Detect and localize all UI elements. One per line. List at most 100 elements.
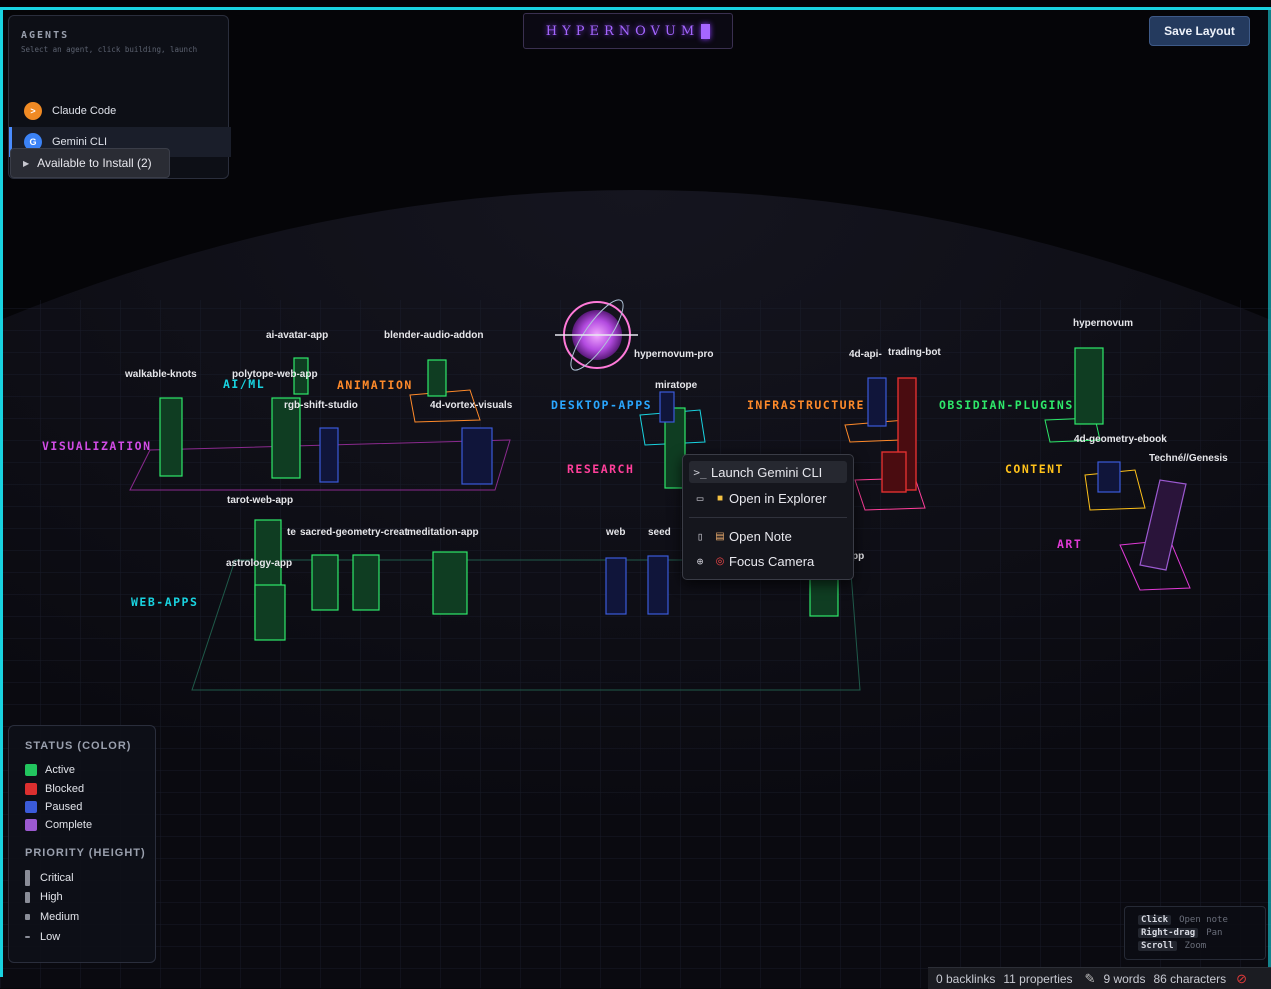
target-icon: ◎ — [715, 555, 725, 567]
context-menu: >_ Launch Gemini CLI ▭ ■ Open in Explore… — [682, 454, 854, 580]
help-action: Pan — [1206, 928, 1223, 938]
available-to-install-toggle[interactable]: ▶ Available to Install (2) — [10, 148, 170, 178]
district-label: WEB-APPS — [131, 595, 198, 609]
legend-label: High — [40, 891, 63, 903]
menu-item-label: Open Note — [729, 528, 792, 544]
project-label[interactable]: hypernovum-pro — [634, 349, 713, 360]
project-label[interactable]: tarot-web-app — [227, 495, 293, 506]
district-label: ART — [1057, 537, 1082, 551]
legend-label: Critical — [40, 872, 74, 884]
menu-item-launch[interactable]: >_ Launch Gemini CLI — [689, 461, 847, 483]
legend-status-title: STATUS (COLOR) — [25, 740, 132, 752]
height-bar — [25, 914, 30, 920]
app-title: HYPERNOVUM — [523, 13, 733, 49]
district-label: INFRASTRUCTURE — [747, 398, 865, 412]
terminal-icon: >_ — [693, 465, 707, 479]
caret-right-icon: ▶ — [23, 158, 30, 168]
legend-item: Complete — [25, 819, 92, 831]
folder-icon: ■ — [716, 492, 724, 504]
menu-item-label: Open in Explorer — [729, 490, 827, 506]
menu-item-focus-camera[interactable]: ⊕ ◎ Focus Camera — [689, 550, 847, 572]
help-action: Zoom — [1184, 941, 1207, 951]
controls-help: Click Open note Right-drag Pan Scroll Zoom — [1124, 906, 1266, 960]
district-label: DESKTOP-APPS — [551, 398, 652, 412]
menu-item-label: Launch Gemini CLI — [711, 464, 823, 480]
district-label: OBSIDIAN-PLUGINS — [939, 398, 1074, 412]
legend-item: Active — [25, 764, 75, 776]
swatch — [25, 783, 37, 795]
menu-item-label: Focus Camera — [729, 553, 815, 569]
legend-item: Blocked — [25, 783, 84, 795]
project-label[interactable]: web — [605, 527, 625, 538]
legend-item: Paused — [25, 801, 82, 813]
status-bar: 0 backlinks 11 properties ✎ 9 words 86 c… — [928, 967, 1271, 989]
project-label[interactable]: Techné//Genesis — [1149, 453, 1228, 464]
legend-label: Low — [40, 931, 61, 943]
window-frame — [0, 7, 1271, 10]
district-label: RESEARCH — [567, 462, 634, 476]
help-key: Right-drag — [1138, 928, 1199, 938]
legend-priority-title: PRIORITY (HEIGHT) — [25, 847, 146, 859]
cursor-block — [701, 23, 711, 39]
sync-off-icon[interactable]: ⊘ — [1236, 971, 1247, 987]
district-label: ANIMATION — [337, 378, 413, 392]
folder-outline-icon: ▭ — [696, 491, 704, 505]
save-layout-button[interactable]: Save Layout — [1149, 16, 1250, 46]
legend-item: Low — [25, 931, 60, 943]
swatch — [25, 764, 37, 776]
project-label[interactable]: seed — [648, 527, 671, 538]
project-label[interactable]: hypernovum — [1073, 318, 1133, 329]
file-icon: ▯ — [696, 529, 704, 543]
agents-title: AGENTS — [21, 30, 70, 41]
legend-item: High — [25, 891, 63, 903]
menu-divider — [689, 517, 847, 518]
project-label[interactable]: meditation-app — [407, 527, 479, 538]
project-label[interactable]: miratope — [655, 380, 698, 391]
project-label[interactable]: trading-bot — [888, 347, 941, 358]
memo-icon: ▤ — [715, 530, 725, 542]
window-frame — [0, 7, 3, 977]
legend-label: Paused — [45, 801, 83, 813]
project-label[interactable]: blender-audio-addon — [384, 330, 483, 341]
app-title-text: HYPERNOVUM — [545, 23, 700, 39]
crosshair-icon: ⊕ — [696, 554, 704, 568]
swatch — [25, 801, 37, 813]
swatch — [25, 819, 37, 831]
agent-label: Gemini CLI — [52, 136, 108, 148]
project-label[interactable]: ai-avatar-app — [266, 330, 328, 341]
project-label[interactable]: rgb-shift-studio — [284, 400, 358, 411]
project-label[interactable]: astrology-app — [226, 558, 292, 569]
legend-label: Medium — [40, 911, 80, 923]
legend-panel: STATUS (COLOR) Active Blocked Paused Com… — [8, 725, 156, 963]
install-label: Available to Install (2) — [37, 156, 152, 170]
help-key: Click — [1138, 915, 1172, 925]
pencil-icon[interactable]: ✎ — [1085, 971, 1096, 987]
project-label[interactable]: 4d-geometry-ebook — [1074, 434, 1167, 445]
height-bar — [25, 891, 30, 903]
word-count: 9 words — [1103, 971, 1146, 986]
agent-item-claude-code[interactable]: > Claude Code — [9, 96, 228, 126]
project-label[interactable]: 4d-api- — [849, 349, 882, 360]
project-label[interactable]: walkable-knots — [124, 369, 197, 380]
project-label[interactable]: 4d-vortex-visuals — [430, 400, 513, 411]
agents-panel: AGENTS Select an agent, click building, … — [8, 15, 231, 179]
backlinks-count[interactable]: 0 backlinks — [936, 972, 995, 986]
project-label[interactable]: te — [287, 527, 296, 538]
project-label[interactable]: sacred-geometry-creat — [300, 527, 408, 538]
project-label[interactable]: polytope-web-app — [232, 369, 318, 380]
help-action: Open note — [1179, 915, 1228, 925]
help-key: Scroll — [1138, 941, 1177, 951]
height-bar — [25, 870, 30, 886]
menu-item-open-note[interactable]: ▯ ▤ Open Note — [689, 525, 847, 547]
legend-label: Complete — [45, 819, 93, 831]
character-count: 86 characters — [1153, 971, 1227, 986]
height-bar — [25, 936, 30, 938]
legend-label: Active — [45, 764, 75, 776]
legend-item: Critical — [25, 870, 74, 886]
legend-item: Medium — [25, 911, 79, 923]
properties-count[interactable]: 11 properties — [1003, 972, 1072, 986]
claude-icon: > — [24, 102, 42, 120]
menu-item-open-explorer[interactable]: ▭ ■ Open in Explorer — [689, 487, 847, 509]
district-label: CONTENT — [1005, 462, 1064, 476]
agent-label: Claude Code — [52, 105, 117, 117]
